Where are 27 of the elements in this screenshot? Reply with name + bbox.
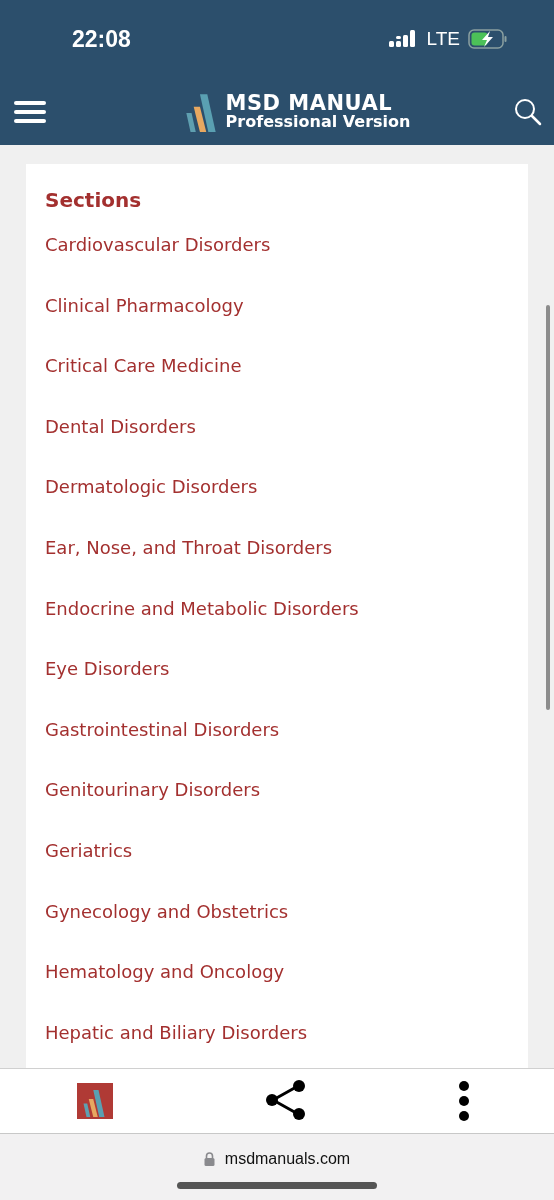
lock-icon xyxy=(203,1152,215,1166)
section-link[interactable]: Gynecology and Obstetrics xyxy=(45,898,289,925)
brand-edition: Professional Version xyxy=(225,114,411,131)
section-link[interactable]: Eye Disorders xyxy=(45,656,170,683)
section-link[interactable]: Hematology and Oncology xyxy=(45,959,285,986)
search-icon[interactable] xyxy=(514,97,542,126)
section-link[interactable]: Gastrointestinal Disorders xyxy=(45,716,280,743)
section-link[interactable]: Endocrine and Metabolic Disorders xyxy=(45,595,359,622)
url-text[interactable]: msdmanuals.com xyxy=(224,1150,351,1168)
more-icon[interactable] xyxy=(458,1081,470,1121)
section-link[interactable]: Hepatic and Biliary Disorders xyxy=(45,1019,308,1046)
battery-icon xyxy=(468,29,508,49)
network-label: LTE xyxy=(426,28,460,50)
section-link[interactable]: Ear, Nose, and Throat Disorders xyxy=(45,534,333,561)
section-link[interactable]: Genitourinary Disorders xyxy=(45,777,261,804)
section-link[interactable]: Critical Care Medicine xyxy=(45,353,242,380)
section-heading: Sections xyxy=(45,187,142,214)
site-logo-icon[interactable] xyxy=(77,1083,113,1119)
brand-name: MSD MANUAL xyxy=(225,92,393,115)
menu-icon[interactable] xyxy=(14,100,46,123)
section-link[interactable]: Dental Disorders xyxy=(45,413,196,440)
share-icon[interactable] xyxy=(264,1080,307,1122)
section-link[interactable]: Cardiovascular Disorders xyxy=(45,232,271,258)
section-link[interactable]: Geriatrics xyxy=(45,837,133,864)
clock-time: 22:08 xyxy=(72,25,131,53)
section-link[interactable]: Clinical Pharmacology xyxy=(45,292,244,319)
section-link[interactable]: Dermatologic Disorders xyxy=(45,474,258,501)
